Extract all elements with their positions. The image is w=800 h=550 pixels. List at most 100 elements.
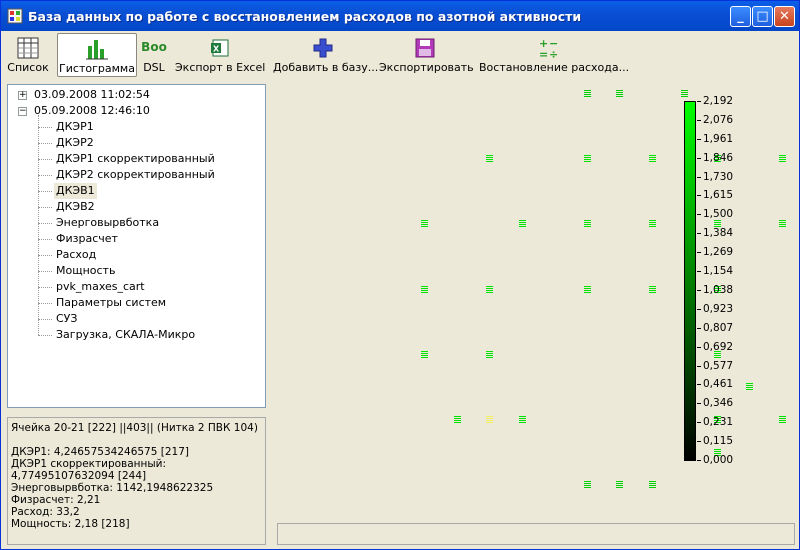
heatmap-cell[interactable]	[616, 481, 623, 488]
expand-icon[interactable]: +	[18, 91, 27, 100]
heatmap-cell[interactable]	[519, 220, 526, 227]
heatmap-cell[interactable]	[714, 220, 721, 227]
list-button[interactable]: Список	[5, 33, 51, 77]
legend-tick	[697, 347, 701, 348]
heatmap-cell[interactable]	[649, 481, 656, 488]
data-tree[interactable]: + 03.09.2008 11:02:54 − 05.09.2008 12:46…	[7, 84, 266, 408]
list-icon	[17, 37, 39, 59]
heatmap-cell[interactable]	[616, 90, 623, 97]
heatmap-cell[interactable]	[746, 383, 753, 390]
calc-icon: + − = ÷	[539, 37, 558, 59]
legend-tick-label: 1,846	[703, 152, 734, 164]
heatmap-cell[interactable]	[486, 351, 493, 358]
tree-item-label: СУЗ	[56, 312, 78, 325]
cell-info-line: ДКЭР1 скорректированный: 4,7749510763209…	[11, 458, 170, 482]
legend-tick-label: 1,269	[703, 246, 734, 258]
legend-tick	[697, 366, 701, 367]
tree-branch-line	[38, 127, 52, 128]
heatmap-cell[interactable]	[649, 220, 656, 227]
svg-text:X: X	[213, 45, 220, 54]
heatmap-cell[interactable]	[584, 90, 591, 97]
tree-node-label: 05.09.2008 12:46:10	[34, 104, 150, 117]
tree-item-label: Мощность	[56, 264, 116, 277]
legend-tick	[697, 271, 701, 272]
legend-tick	[697, 460, 701, 461]
heatmap-cell[interactable]	[486, 416, 493, 423]
legend-tick-label: 2,192	[703, 95, 734, 107]
legend-tick	[697, 290, 701, 291]
status-panel	[277, 523, 795, 545]
svg-text:÷: ÷	[549, 48, 558, 59]
heatmap-cell[interactable]	[486, 155, 493, 162]
tree-branch-line	[38, 143, 52, 144]
excel-icon: X	[211, 39, 229, 57]
heatmap-cell[interactable]	[649, 286, 656, 293]
heatmap-cell[interactable]	[649, 155, 656, 162]
tree-branch-line	[38, 319, 52, 320]
tree-item-label: ДКЭВ2	[56, 200, 95, 213]
legend-tick	[697, 233, 701, 234]
tree-item-label: ДКЭР1 скорректированный	[56, 152, 215, 165]
cell-info-line: Мощность: 2,18 [218]	[11, 518, 130, 530]
histogram-button[interactable]: Гистограмма	[57, 33, 137, 77]
legend-tick-label: 1,961	[703, 133, 734, 145]
legend-tick	[697, 195, 701, 196]
legend-tick	[697, 252, 701, 253]
add-to-db-label: Добавить в базу...	[273, 61, 379, 74]
legend-tick-label: 1,730	[703, 171, 734, 183]
legend-tick-label: 1,154	[703, 265, 734, 277]
minimize-button[interactable]: _	[730, 6, 751, 27]
tree-guide-line	[38, 115, 39, 335]
heatmap-cell[interactable]	[519, 416, 526, 423]
cell-info-line: Физрасчет: 2,21	[11, 494, 101, 506]
tree-item-label: Загрузка, СКАЛА-Микро	[56, 328, 196, 341]
legend-tick	[697, 214, 701, 215]
tree-branch-line	[38, 271, 52, 272]
legend-tick-label: 0,115	[703, 435, 734, 447]
legend-tick	[697, 403, 701, 404]
tree-branch-line	[38, 303, 52, 304]
heatmap-cell[interactable]	[681, 90, 688, 97]
legend-tick-label: 0,577	[703, 360, 734, 372]
collapse-icon[interactable]: −	[18, 107, 27, 116]
cell-info-text: Ячейка 20-21 [222] ||403|| (Нитка 2 ПВК …	[11, 422, 263, 530]
app-icon	[7, 8, 23, 24]
export-excel-button[interactable]: X Экспорт в Excel	[175, 33, 265, 77]
legend-tick-label: 1,038	[703, 284, 734, 296]
heatmap-cell[interactable]	[584, 481, 591, 488]
dsl-label: DSL	[143, 61, 165, 74]
heatmap-cell[interactable]	[779, 220, 786, 227]
tree-item-label: pvk_maxes_cart	[56, 280, 145, 293]
export-label: Экспортировать	[379, 61, 474, 74]
heatmap-cell[interactable]	[486, 286, 493, 293]
svg-text:=: =	[539, 48, 548, 59]
dsl-button[interactable]: Boo DSL	[139, 33, 169, 77]
heatmap-cell[interactable]	[779, 155, 786, 162]
boo-icon: Boo	[141, 40, 167, 54]
heatmap-cell[interactable]	[779, 416, 786, 423]
tree-item-label: ДКЭР2	[56, 136, 94, 149]
heatmap-cell[interactable]	[421, 220, 428, 227]
heatmap-cell[interactable]	[584, 286, 591, 293]
histogram-icon	[86, 40, 108, 60]
maximize-button[interactable]: □	[752, 6, 773, 27]
heatmap-cell[interactable]	[584, 220, 591, 227]
heatmap-cell[interactable]	[584, 155, 591, 162]
close-button[interactable]: ✕	[774, 6, 795, 27]
toolbar: Список Гистограмма Boo DSL X Экспорт в E…	[3, 32, 799, 80]
add-to-db-button[interactable]: Добавить в базу...	[273, 33, 379, 77]
legend-tick-label: 1,615	[703, 189, 734, 201]
tree-branch-line	[38, 191, 52, 192]
color-scale-bar	[684, 101, 696, 461]
legend-tick	[697, 309, 701, 310]
restore-flow-button[interactable]: + − = ÷ Востановление расхода...	[479, 33, 629, 77]
heatmap-cell[interactable]	[421, 286, 428, 293]
cell-info-line: ДКЭР1: 4,24657534246575 [217]	[11, 446, 189, 458]
tree-node-label: 03.09.2008 11:02:54	[34, 88, 150, 101]
heatmap-cell[interactable]	[454, 416, 461, 423]
export-button[interactable]: Экспортировать	[379, 33, 474, 77]
title-bar[interactable]: База данных по работе с восстановлением …	[1, 1, 799, 31]
heatmap-cell[interactable]	[421, 351, 428, 358]
save-icon	[415, 38, 435, 58]
tree-item-label: Параметры систем	[56, 296, 167, 309]
